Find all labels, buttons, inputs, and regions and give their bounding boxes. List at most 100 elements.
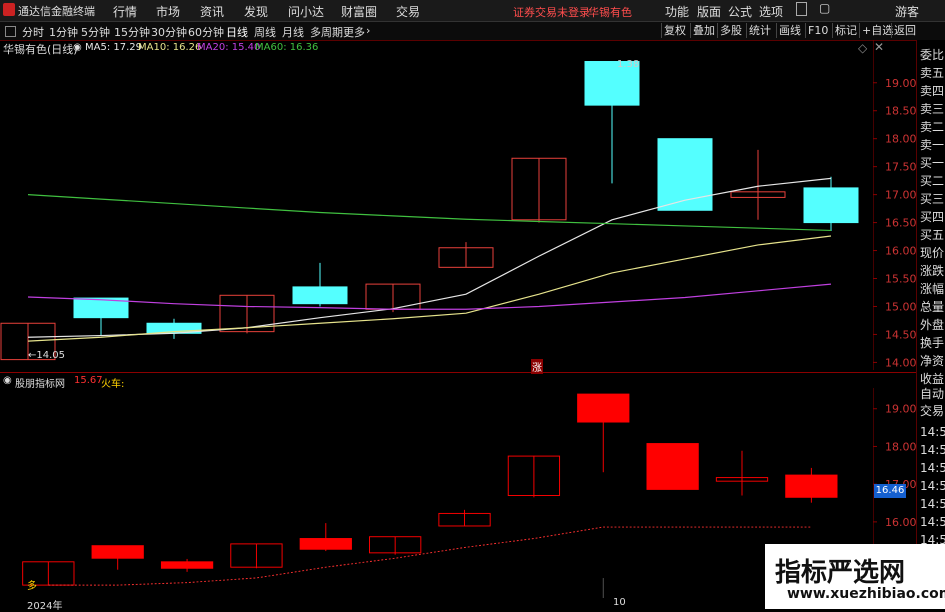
quote-info-item: 14:56 <box>920 515 945 529</box>
quote-info-item: 14:56 <box>920 425 945 439</box>
indicator-candle-body <box>646 443 699 490</box>
quote-info-column: 委比 卖五 卖四 卖三 卖二 卖一 买一 买二 买三 买四 买五 现价 涨跌 涨幅 总量 外盘 换手 净资 收益 自动… <box>916 40 945 609</box>
rise-marker: 涨 <box>531 359 543 374</box>
menu-item-options[interactable]: 选项 <box>759 3 783 20</box>
axis-tick-label: 18.00 <box>885 133 916 146</box>
period-tab-more[interactable]: 更多 <box>343 24 365 40</box>
quote-info-item: 涨幅 <box>920 282 945 296</box>
axis-tick-label: 14.50 <box>885 328 916 341</box>
quote-info-item: 卖一 <box>920 138 945 152</box>
indicator-candle-body <box>785 474 838 498</box>
expand-icon[interactable] <box>5 26 16 37</box>
indicator-candle-body <box>577 393 630 423</box>
watermark-title: 指标严选网 <box>775 558 906 588</box>
high-price-label: 1.38 <box>617 59 640 70</box>
menu-item-layout[interactable]: 版面 <box>697 3 721 20</box>
quote-info-item: 买三 <box>920 192 945 206</box>
sub-settings-icon[interactable]: ◉ <box>3 375 12 386</box>
watermark: 指标严选网 www.xuezhibiao.com <box>765 544 945 609</box>
period-toolbar: 分时 1分钟 5分钟 15分钟 30分钟 60分钟 日线 周线 月线 多周期 更… <box>0 22 945 41</box>
watermark-url: www.xuezhibiao.com <box>787 586 945 602</box>
axis-tick-label: 17.50 <box>885 161 916 174</box>
quote-info-item: 委比 <box>920 48 945 62</box>
minimize-icon[interactable]: ▢ <box>819 2 830 14</box>
menu-item-formula[interactable]: 公式 <box>728 3 752 20</box>
candle-body <box>292 286 348 305</box>
period-tab-60min[interactable]: 60分钟 <box>188 24 224 40</box>
axis-tick-label: 16.00 <box>885 516 916 529</box>
candle-body <box>803 187 859 224</box>
multi-marker: 多 <box>27 581 37 592</box>
indicator-candle-body <box>299 538 352 550</box>
quote-info-item: 卖五 <box>920 66 945 80</box>
axis-tick-label: 16.50 <box>885 217 916 230</box>
toolbar-back-button[interactable]: 返回 <box>891 23 918 38</box>
quote-info-item: 涨跌 <box>920 264 945 278</box>
quote-info-item: 买一 <box>920 156 945 170</box>
period-tab-multi[interactable]: 多周期 <box>310 24 343 40</box>
chevron-right-icon[interactable]: › <box>366 24 370 37</box>
main-price-axis: 19.00 18.50 18.00 17.50 17.00 16.50 16.00 15.50… <box>873 40 916 370</box>
candle-body <box>657 138 713 211</box>
toolbar-multistock-button[interactable]: 多股 <box>717 23 744 38</box>
quote-info-item: 净资 <box>920 354 945 368</box>
toolbar-mark-button[interactable]: 标记 <box>832 23 859 38</box>
indicator-candle-body <box>160 561 214 569</box>
login-status[interactable]: 证券交易未登录 <box>513 4 590 20</box>
app-logo <box>3 3 15 16</box>
stock-name-top: 华锡有色 <box>588 6 632 19</box>
axis-tick-label: 18.00 <box>885 440 916 453</box>
period-tab-monthly[interactable]: 月线 <box>282 24 304 40</box>
period-tab-5min[interactable]: 5分钟 <box>81 24 110 40</box>
axis-tick-label: 15.50 <box>885 273 916 286</box>
toolbar-f10-button[interactable]: F10 <box>805 23 830 38</box>
menu-item-trade[interactable]: 交易 <box>396 3 420 20</box>
quote-info-item: 外盘 <box>920 318 945 332</box>
ma20-line <box>27 283 832 310</box>
indicator-candle-body <box>91 545 144 559</box>
pane-divider <box>0 372 916 373</box>
axis-tick-label: 17.00 <box>885 189 916 202</box>
toolbar-overlay-button[interactable]: 叠加 <box>690 23 717 38</box>
axis-tick-label: 19.00 <box>885 77 916 90</box>
quote-info-item: 14:56 <box>920 461 945 475</box>
quote-info-item: 14:56 <box>920 479 945 493</box>
quote-info-item: 卖三 <box>920 102 945 116</box>
period-tab-30min[interactable]: 30分钟 <box>151 24 187 40</box>
period-tab-weekly[interactable]: 周线 <box>254 24 276 40</box>
quote-info-item: 卖二 <box>920 120 945 134</box>
axis-tick-label: 16.00 <box>885 245 916 258</box>
sub-indicator-chart[interactable] <box>0 388 873 598</box>
sub-value-label: 15.67 <box>74 375 103 386</box>
axis-tick-label: 18.50 <box>885 105 916 118</box>
menu-item-discover[interactable]: 发现 <box>244 3 268 20</box>
menu-item-ask[interactable]: 问小达 <box>288 3 324 20</box>
train-line <box>48 526 812 586</box>
main-kline-chart[interactable] <box>0 40 873 370</box>
period-tab-15min[interactable]: 15分钟 <box>114 24 150 40</box>
guest-label[interactable]: 游客 <box>895 3 919 20</box>
quote-info-item: 14:56 <box>920 443 945 457</box>
low-price-label: ←14.05 <box>28 350 66 361</box>
menu-bar: 通达信金融终端 行情 市场 资讯 发现 问小达 财富圈 交易 证券交易未登录 华… <box>0 0 945 22</box>
window-icon[interactable] <box>796 2 807 16</box>
period-tab-daily[interactable]: 日线 <box>226 24 248 40</box>
axis-tick-label: 15.00 <box>885 300 916 313</box>
toolbar-stats-button[interactable]: 统计 <box>746 23 773 38</box>
quote-info-item: 总量 <box>920 300 945 314</box>
menu-item-market[interactable]: 市场 <box>156 3 180 20</box>
current-price-tag: 16.46 <box>874 484 906 498</box>
toolbar-draw-button[interactable]: 画线 <box>776 23 803 38</box>
axis-tick-label: 19.00 <box>885 403 916 416</box>
quote-info-item: 现价 <box>920 246 945 260</box>
menu-item-news[interactable]: 资讯 <box>200 3 224 20</box>
toolbar-watchlist-button[interactable]: +自选 <box>859 23 895 38</box>
period-tab-1min[interactable]: 1分钟 <box>49 24 78 40</box>
menu-item-quotes[interactable]: 行情 <box>113 3 137 20</box>
quote-info-item: 换手 <box>920 336 945 350</box>
menu-item-wealth[interactable]: 财富圈 <box>341 3 377 20</box>
menu-item-function[interactable]: 功能 <box>665 3 689 20</box>
period-tab-timeshare[interactable]: 分时 <box>22 24 44 40</box>
quote-info-item: 交易 <box>920 404 945 418</box>
toolbar-adjust-button[interactable]: 复权 <box>661 23 688 38</box>
